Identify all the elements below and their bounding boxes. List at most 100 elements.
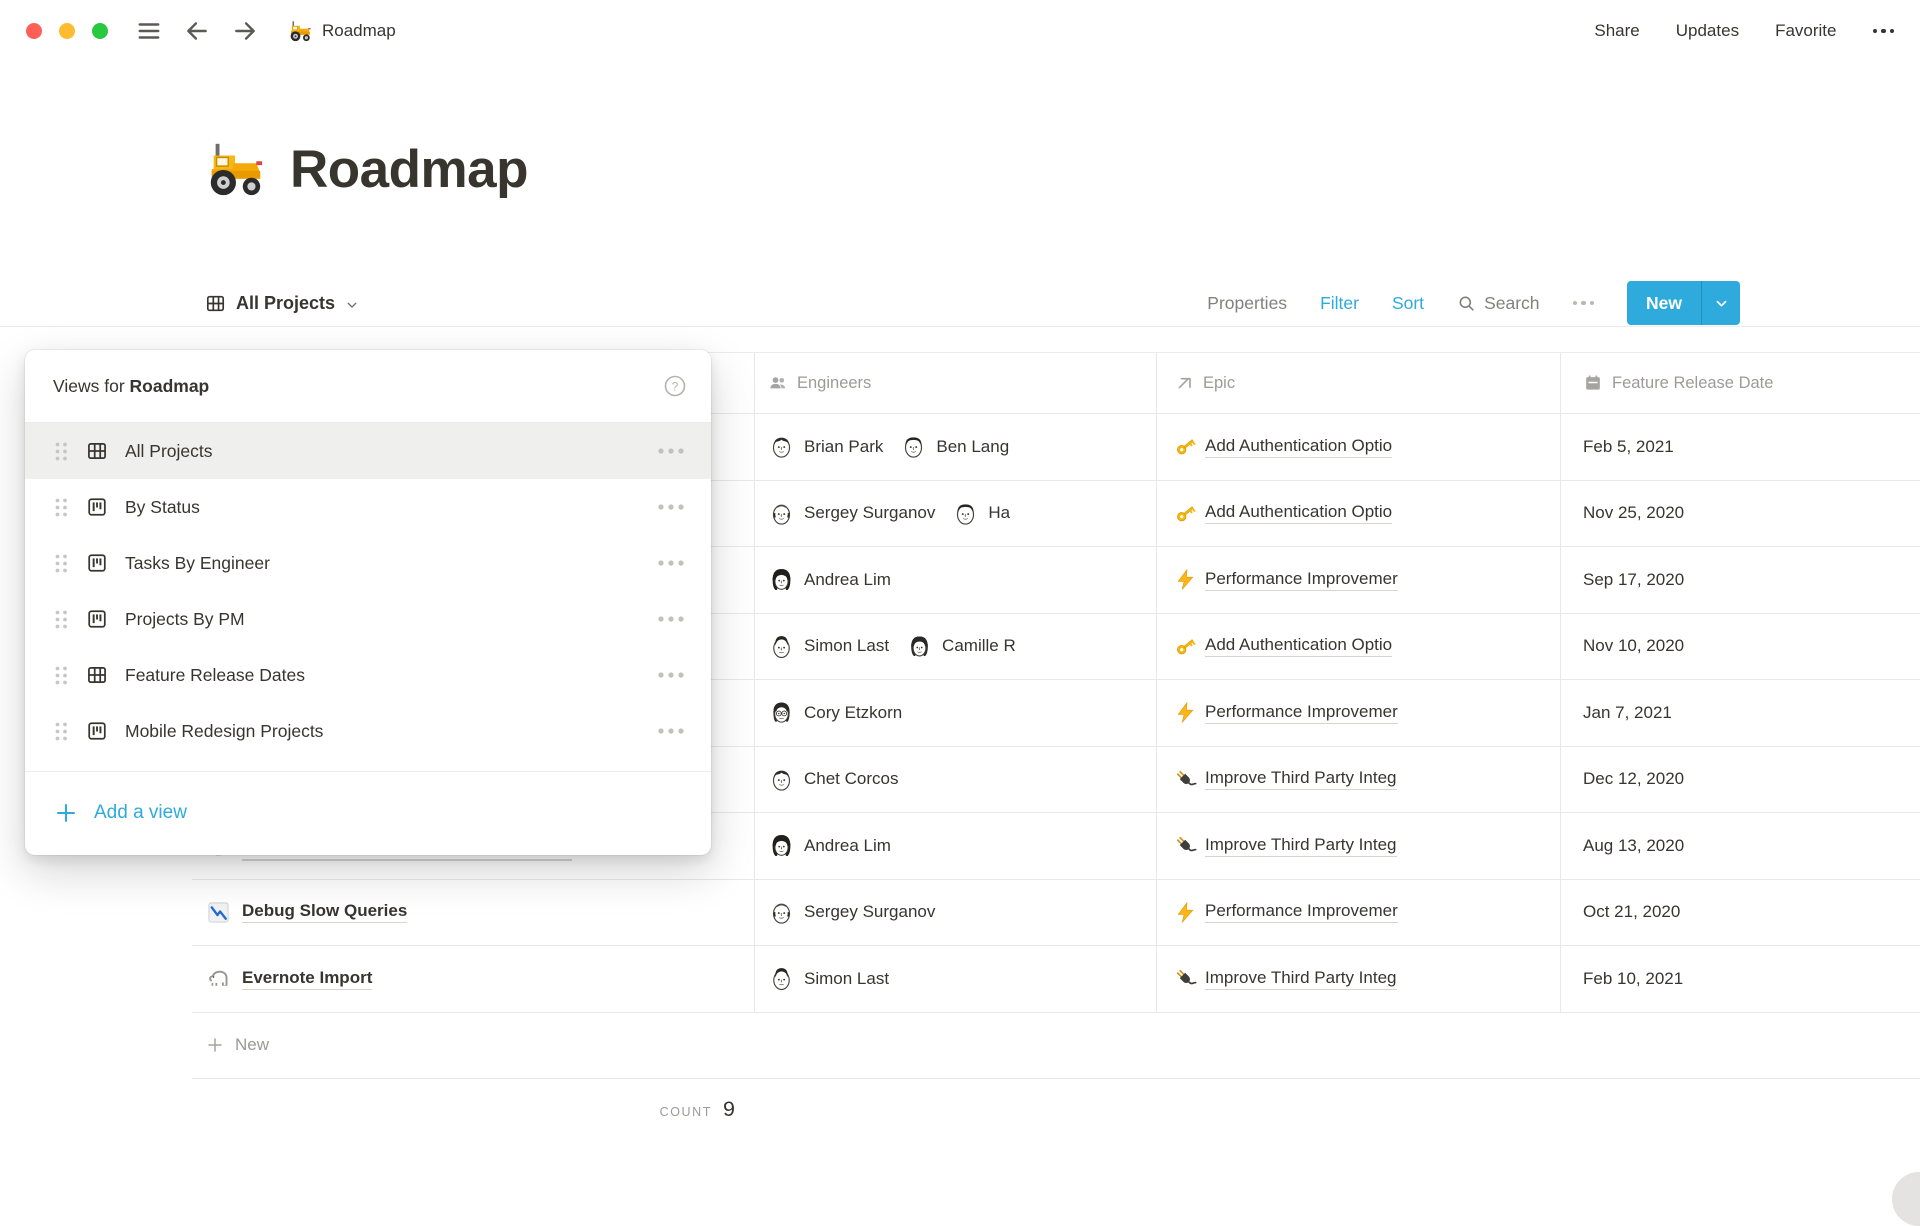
drag-handle-icon[interactable] <box>54 497 69 518</box>
date-cell[interactable]: Sep 17, 2020 <box>1561 547 1920 613</box>
engineers-cell[interactable]: Simon Last <box>755 946 1157 1012</box>
views-popup-item-feature-release-dates[interactable]: Feature Release Dates <box>25 647 711 703</box>
view-item-menu-icon[interactable] <box>657 447 685 455</box>
date-cell[interactable]: Oct 21, 2020 <box>1561 880 1920 946</box>
engineers-cell[interactable]: Sergey Surganov Ha <box>755 481 1157 547</box>
views-popup-item-all-projects[interactable]: All Projects <box>25 423 711 479</box>
date-cell[interactable]: Feb 5, 2021 <box>1561 414 1920 480</box>
project-name-link[interactable]: Debug Slow Queries <box>242 901 407 923</box>
zoom-window-button[interactable] <box>92 23 108 39</box>
drag-handle-icon[interactable] <box>54 609 69 630</box>
share-button[interactable]: Share <box>1594 21 1639 41</box>
epic-link[interactable]: Performance Improvemer <box>1205 901 1398 923</box>
engineer-chip[interactable]: Chet Corcos <box>768 766 898 793</box>
epic-cell[interactable]: Improve Third Party Integ <box>1157 813 1561 879</box>
drag-handle-icon[interactable] <box>54 665 69 686</box>
views-popup-item-tasks-by-engineer[interactable]: Tasks By Engineer <box>25 535 711 591</box>
sidebar-toggle-icon[interactable] <box>136 18 162 44</box>
add-row-button[interactable]: New <box>192 1013 1920 1079</box>
engineers-cell[interactable]: Andrea Lim <box>755 547 1157 613</box>
epic-link[interactable]: Improve Third Party Integ <box>1205 835 1397 857</box>
name-cell[interactable]: Evernote Import <box>192 946 755 1012</box>
engineer-chip[interactable]: Andrea Lim <box>768 832 891 859</box>
engineer-chip[interactable]: Simon Last <box>768 965 889 992</box>
views-popup-item-by-status[interactable]: By Status <box>25 479 711 535</box>
epic-link[interactable]: Performance Improvemer <box>1205 702 1398 724</box>
engineer-chip[interactable]: Cory Etzkorn <box>768 699 902 726</box>
search-button[interactable]: Search <box>1457 293 1539 314</box>
traffic-lights <box>26 23 108 39</box>
engineers-cell[interactable]: Chet Corcos <box>755 747 1157 813</box>
column-header-feature-release-date[interactable]: Feature Release Date <box>1561 353 1920 413</box>
forward-icon[interactable] <box>232 18 258 44</box>
epic-link[interactable]: Performance Improvemer <box>1205 569 1398 591</box>
epic-link[interactable]: Improve Third Party Integ <box>1205 768 1397 790</box>
help-button[interactable] <box>1892 1172 1920 1226</box>
views-popup-item-projects-by-pm[interactable]: Projects By PM <box>25 591 711 647</box>
view-options-icon[interactable] <box>1573 301 1595 306</box>
engineer-chip[interactable]: Ha <box>952 500 1010 527</box>
project-name-link[interactable]: Evernote Import <box>242 968 372 990</box>
epic-link[interactable]: Add Authentication Optio <box>1205 436 1392 458</box>
close-window-button[interactable] <box>26 23 42 39</box>
view-item-menu-icon[interactable] <box>657 727 685 735</box>
view-selector[interactable]: All Projects <box>205 293 359 314</box>
date-cell[interactable]: Aug 13, 2020 <box>1561 813 1920 879</box>
page-title[interactable]: Roadmap <box>290 139 528 200</box>
epic-link[interactable]: Add Authentication Optio <box>1205 502 1392 524</box>
new-record-dropdown[interactable] <box>1701 281 1740 325</box>
engineers-cell[interactable]: Sergey Surganov <box>755 880 1157 946</box>
engineer-chip[interactable]: Brian Park <box>768 433 883 460</box>
minimize-window-button[interactable] <box>59 23 75 39</box>
engineers-cell[interactable]: Andrea Lim <box>755 813 1157 879</box>
epic-cell[interactable]: Add Authentication Optio <box>1157 414 1561 480</box>
name-cell[interactable]: Debug Slow Queries <box>192 880 755 946</box>
count-footer[interactable]: COUNT 9 <box>192 1079 755 1122</box>
date-cell[interactable]: Feb 10, 2021 <box>1561 946 1920 1012</box>
view-item-menu-icon[interactable] <box>657 615 685 623</box>
epic-cell[interactable]: Add Authentication Optio <box>1157 614 1561 680</box>
epic-link[interactable]: Improve Third Party Integ <box>1205 968 1397 990</box>
view-item-menu-icon[interactable] <box>657 503 685 511</box>
epic-cell[interactable]: Improve Third Party Integ <box>1157 946 1561 1012</box>
engineer-chip[interactable]: Sergey Surganov <box>768 899 935 926</box>
engineers-cell[interactable]: Simon Last Camille R <box>755 614 1157 680</box>
breadcrumb[interactable]: Roadmap <box>288 19 396 43</box>
views-popup-item-mobile-redesign-projects[interactable]: Mobile Redesign Projects <box>25 703 711 759</box>
updates-button[interactable]: Updates <box>1676 21 1739 41</box>
filter-button[interactable]: Filter <box>1320 293 1359 314</box>
engineer-chip[interactable]: Camille R <box>906 633 1016 660</box>
view-item-menu-icon[interactable] <box>657 559 685 567</box>
help-icon[interactable]: ? <box>663 374 687 398</box>
more-options-icon[interactable] <box>1873 29 1895 34</box>
drag-handle-icon[interactable] <box>54 553 69 574</box>
favorite-button[interactable]: Favorite <box>1775 21 1836 41</box>
back-icon[interactable] <box>184 18 210 44</box>
engineers-cell[interactable]: Brian Park Ben Lang <box>755 414 1157 480</box>
sort-button[interactable]: Sort <box>1392 293 1424 314</box>
view-item-menu-icon[interactable] <box>657 671 685 679</box>
engineers-cell[interactable]: Cory Etzkorn <box>755 680 1157 746</box>
add-view-button[interactable]: Add a view <box>25 771 711 854</box>
epic-cell[interactable]: Improve Third Party Integ <box>1157 747 1561 813</box>
date-cell[interactable]: Nov 10, 2020 <box>1561 614 1920 680</box>
engineer-chip[interactable]: Andrea Lim <box>768 566 891 593</box>
date-cell[interactable]: Dec 12, 2020 <box>1561 747 1920 813</box>
drag-handle-icon[interactable] <box>54 441 69 462</box>
epic-cell[interactable]: Add Authentication Optio <box>1157 481 1561 547</box>
date-cell[interactable]: Nov 25, 2020 <box>1561 481 1920 547</box>
properties-button[interactable]: Properties <box>1207 293 1287 314</box>
date-cell[interactable]: Jan 7, 2021 <box>1561 680 1920 746</box>
engineer-chip[interactable]: Ben Lang <box>900 433 1009 460</box>
column-header-engineers[interactable]: Engineers <box>755 353 1157 413</box>
epic-cell[interactable]: Performance Improvemer <box>1157 547 1561 613</box>
column-header-epic[interactable]: Epic <box>1157 353 1561 413</box>
epic-cell[interactable]: Performance Improvemer <box>1157 880 1561 946</box>
drag-handle-icon[interactable] <box>54 721 69 742</box>
engineer-chip[interactable]: Sergey Surganov <box>768 500 935 527</box>
epic-link[interactable]: Add Authentication Optio <box>1205 635 1392 657</box>
page-icon-tractor[interactable] <box>204 138 266 200</box>
engineer-chip[interactable]: Simon Last <box>768 633 889 660</box>
epic-cell[interactable]: Performance Improvemer <box>1157 680 1561 746</box>
new-record-button[interactable]: New <box>1627 281 1740 325</box>
